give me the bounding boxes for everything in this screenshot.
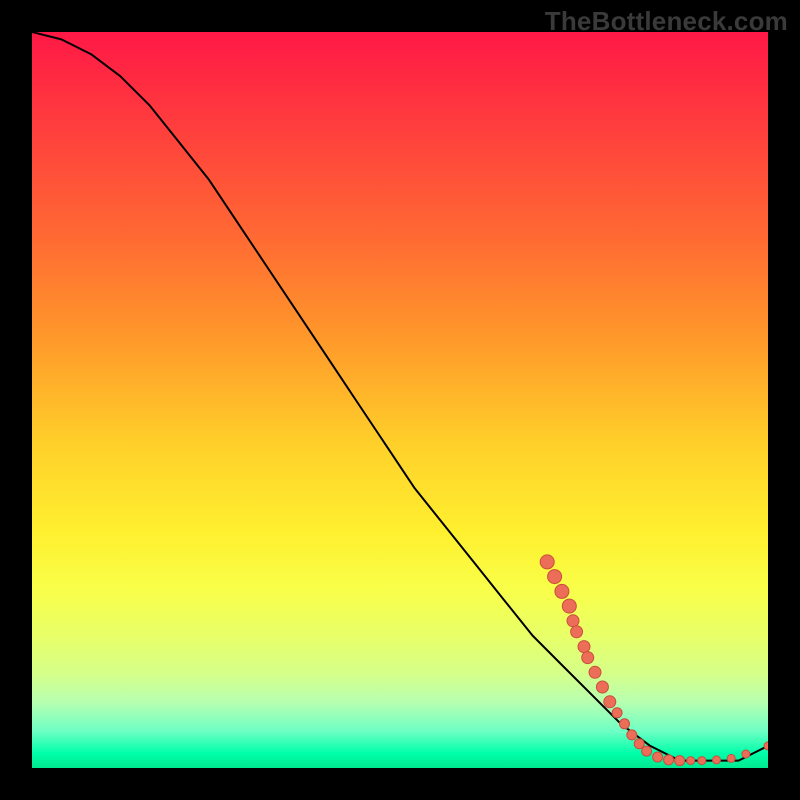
marker-dot [642, 746, 652, 756]
marker-dot [742, 750, 750, 758]
plot-area [32, 32, 768, 768]
marker-dot [727, 754, 735, 762]
marker-dot [567, 615, 579, 627]
bottleneck-curve [32, 32, 768, 761]
marker-dot [620, 719, 630, 729]
marker-dots [540, 555, 768, 766]
marker-dot [634, 739, 644, 749]
marker-dot [687, 757, 695, 765]
marker-dot [548, 570, 562, 584]
marker-dot [713, 756, 721, 764]
plot-svg [32, 32, 768, 768]
marker-dot [555, 584, 569, 598]
marker-dot [582, 652, 594, 664]
marker-dot [612, 708, 622, 718]
marker-dot [596, 681, 608, 693]
marker-dot [578, 641, 590, 653]
watermark-text: TheBottleneck.com [545, 6, 788, 37]
marker-dot [675, 756, 685, 766]
marker-dot [540, 555, 554, 569]
chart-frame: TheBottleneck.com [0, 0, 800, 800]
marker-dot [664, 755, 674, 765]
marker-dot [604, 696, 616, 708]
marker-dot [698, 757, 706, 765]
marker-dot [627, 730, 637, 740]
marker-dot [764, 742, 768, 750]
marker-dot [571, 626, 583, 638]
marker-dot [589, 666, 601, 678]
marker-dot [562, 599, 576, 613]
marker-dot [653, 752, 663, 762]
